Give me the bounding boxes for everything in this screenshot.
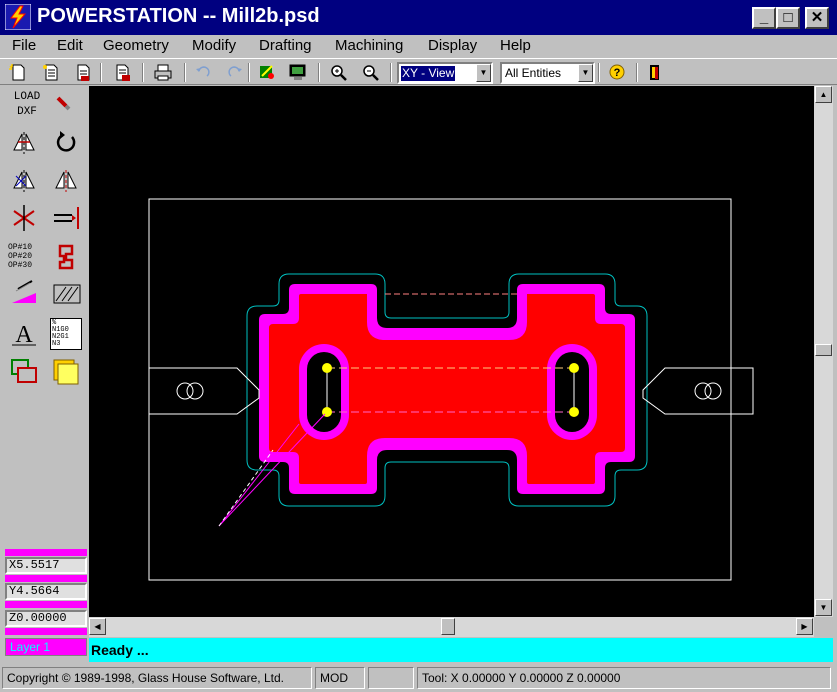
- vertical-scrollbar[interactable]: ▲ ▼: [814, 86, 833, 617]
- help-glyph: ?: [614, 67, 621, 79]
- display-icon[interactable]: [287, 62, 309, 83]
- print-preview-icon[interactable]: [112, 62, 134, 83]
- drill-point[interactable]: [569, 363, 579, 373]
- scroll-right-icon[interactable]: ▶: [796, 618, 813, 635]
- status-bar: Copyright © 1989-1998, Glass House Softw…: [0, 664, 837, 692]
- contour-toolpath-icon[interactable]: [50, 242, 84, 272]
- minimize-button[interactable]: _: [752, 7, 776, 29]
- command-status-line: Ready ...: [89, 638, 833, 662]
- horizontal-scroll-thumb[interactable]: [441, 618, 455, 635]
- scroll-left-icon[interactable]: ◀: [89, 618, 106, 635]
- notes-icon[interactable]: [50, 356, 84, 386]
- coord-divider: [5, 549, 87, 556]
- tool-palette: LOAD DXF OP#10 OP#20 OP#30 A % N1G0 N2G1…: [5, 86, 88, 636]
- toolbar-separator: [390, 63, 392, 82]
- toolbar-separator: [636, 63, 638, 82]
- help-icon[interactable]: ?: [606, 62, 628, 83]
- tool-position-readout: Tool: X 0.00000 Y 0.00000 Z 0.00000: [417, 667, 831, 689]
- zoom-out-icon[interactable]: [360, 62, 382, 83]
- extend-icon[interactable]: [50, 203, 84, 233]
- exit-icon[interactable]: [644, 62, 666, 83]
- coord-divider: [5, 575, 87, 582]
- powerstation-logo-icon: [5, 4, 31, 30]
- pocket-icon[interactable]: [50, 279, 84, 309]
- maximize-button[interactable]: □: [776, 7, 800, 29]
- op-line-3: OP#30: [8, 261, 33, 270]
- menu-file[interactable]: File: [12, 37, 36, 54]
- scroll-up-icon[interactable]: ▲: [815, 86, 832, 103]
- chevron-down-icon[interactable]: ▼: [476, 64, 491, 82]
- drawing-canvas[interactable]: [89, 86, 814, 617]
- zoom-in-icon[interactable]: [328, 62, 350, 83]
- menu-help[interactable]: Help: [500, 37, 531, 54]
- surface-machining-icon[interactable]: [8, 279, 42, 309]
- toolbar-separator: [248, 63, 250, 82]
- load-dxf-label-line2: DXF: [17, 106, 37, 118]
- load-dxf-button[interactable]: LOAD DXF: [8, 90, 46, 124]
- entity-filter-select[interactable]: All Entities ▼: [500, 62, 595, 84]
- mirror-x-icon[interactable]: [8, 166, 42, 196]
- toolbar-separator: [184, 63, 186, 82]
- current-layer-indicator[interactable]: Layer 1: [5, 638, 87, 656]
- mode-indicator: MOD: [315, 667, 365, 689]
- menu-geometry[interactable]: Geometry: [103, 37, 169, 54]
- minimize-icon: _: [759, 9, 769, 26]
- menu-display[interactable]: Display: [428, 37, 477, 54]
- maximize-icon: □: [783, 9, 793, 26]
- entity-filter-value: All Entities: [505, 66, 562, 80]
- horizontal-scrollbar[interactable]: ◀ ▶: [89, 617, 814, 637]
- menu-bar: File Edit Geometry Modify Drafting Machi…: [0, 35, 837, 57]
- copyright-text: Copyright © 1989-1998, Glass House Softw…: [2, 667, 312, 689]
- y-coordinate-readout: Y4.5664: [5, 583, 87, 600]
- coord-divider: [5, 601, 87, 608]
- undo-icon[interactable]: [192, 62, 214, 83]
- empty-status-pane: [368, 667, 414, 689]
- vertical-scroll-thumb[interactable]: [815, 344, 832, 356]
- nc-line-4: N3: [52, 340, 61, 348]
- close-button[interactable]: ✕: [805, 7, 829, 29]
- operations-list-button[interactable]: OP#10 OP#20 OP#30: [8, 240, 46, 274]
- scroll-down-icon[interactable]: ▼: [815, 599, 832, 616]
- trim-icon[interactable]: [8, 203, 42, 233]
- regenerate-icon[interactable]: [256, 62, 278, 83]
- new-file-icon[interactable]: [7, 62, 29, 83]
- view-select-value: XY - View: [401, 66, 456, 81]
- menu-machining[interactable]: Machining: [335, 37, 403, 54]
- text-tool-icon[interactable]: A: [8, 318, 42, 348]
- print-icon[interactable]: [152, 62, 174, 83]
- toolbar-separator: [100, 63, 102, 82]
- toolbar-separator: [142, 63, 144, 82]
- coord-divider: [5, 628, 87, 635]
- drill-point[interactable]: [322, 363, 332, 373]
- title-bar: POWERSTATION -- Mill2b.psd _ □ ✕: [0, 0, 837, 35]
- nc-code-button[interactable]: % N1G0 N2G1 N3: [50, 318, 82, 350]
- mirror-icon[interactable]: [8, 128, 42, 158]
- close-icon: ✕: [810, 9, 824, 26]
- op-line-1: OP#10: [8, 243, 33, 252]
- redo-icon[interactable]: [224, 62, 246, 83]
- layers-icon[interactable]: [8, 356, 42, 386]
- menu-edit[interactable]: Edit: [57, 37, 83, 54]
- eraser-icon[interactable]: [50, 92, 84, 122]
- toolbar-separator: [598, 63, 600, 82]
- toolbar: XY - View ▼ All Entities ▼ ?: [0, 58, 837, 85]
- drill-point[interactable]: [569, 407, 579, 417]
- toolbar-separator: [318, 63, 320, 82]
- op-line-2: OP#20: [8, 252, 33, 261]
- rotate-icon[interactable]: [50, 128, 84, 158]
- window-title: POWERSTATION -- Mill2b.psd: [37, 5, 320, 27]
- save-file-icon[interactable]: [72, 62, 94, 83]
- view-select[interactable]: XY - View ▼: [397, 62, 493, 84]
- load-dxf-label-line1: LOAD: [13, 91, 41, 103]
- chevron-down-icon[interactable]: ▼: [578, 64, 593, 82]
- menu-modify[interactable]: Modify: [192, 37, 236, 54]
- text-tool-glyph: A: [15, 322, 33, 348]
- z-coordinate-readout: Z0.00000: [5, 610, 87, 627]
- mirror-y-icon[interactable]: [50, 166, 84, 196]
- x-coordinate-readout: X5.5517: [5, 557, 87, 574]
- open-file-icon[interactable]: [40, 62, 62, 83]
- menu-drafting[interactable]: Drafting: [259, 37, 312, 54]
